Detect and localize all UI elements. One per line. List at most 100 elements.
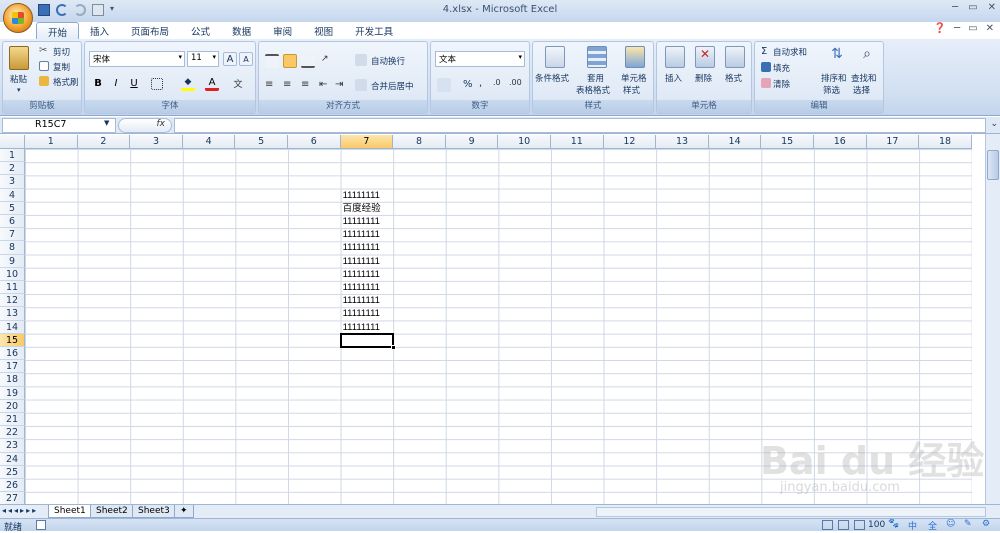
tab-page-layout[interactable]: 页面布局	[120, 22, 180, 39]
sheet-tab-2[interactable]: Sheet2	[90, 505, 134, 518]
align-bottom-icon[interactable]	[301, 54, 315, 68]
cell-r5c7[interactable]: 百度经验	[341, 202, 381, 215]
macro-record-icon[interactable]	[36, 520, 46, 530]
row-header-11[interactable]: 11	[0, 281, 25, 295]
column-header-6[interactable]: 6	[288, 135, 341, 149]
column-header-18[interactable]: 18	[919, 135, 972, 149]
font-size-select[interactable]: 11 ▾	[187, 51, 219, 67]
autosum-button[interactable]: 自动求和	[773, 46, 807, 58]
cell-r4c7[interactable]: 11111111	[341, 189, 380, 202]
italic-button[interactable]: I	[109, 77, 123, 91]
zoom-level[interactable]: 100	[868, 520, 885, 530]
cell-r9c7[interactable]: 11111111	[341, 255, 380, 268]
cell-r14c7[interactable]: 11111111	[341, 321, 380, 334]
column-header-11[interactable]: 11	[551, 135, 604, 149]
cut-button[interactable]: 剪切	[53, 46, 70, 58]
ribbon-restore-button[interactable]: ▭	[968, 23, 977, 34]
row-header-13[interactable]: 13	[0, 307, 25, 321]
select-all-corner[interactable]	[0, 135, 25, 149]
percent-button[interactable]: %	[463, 79, 473, 90]
column-header-2[interactable]: 2	[77, 135, 131, 149]
delete-cells-button[interactable]: 删除	[695, 72, 712, 84]
row-header-15[interactable]: 15	[0, 333, 25, 347]
row-header-9[interactable]: 9	[0, 254, 25, 268]
column-header-7[interactable]: 7	[340, 135, 394, 149]
copy-button[interactable]: 复制	[53, 61, 70, 73]
conditional-formatting-button[interactable]: 条件格式	[535, 72, 569, 84]
column-header-12[interactable]: 12	[603, 135, 657, 149]
number-format-select[interactable]: 文本 ▾	[435, 51, 525, 67]
format-painter-button[interactable]: 格式刷	[53, 76, 79, 88]
paste-dropdown-icon[interactable]: ▾	[17, 86, 21, 94]
column-header-17[interactable]: 17	[866, 135, 920, 149]
align-top-icon[interactable]	[265, 54, 279, 68]
column-header-4[interactable]: 4	[182, 135, 236, 149]
row-header-5[interactable]: 5	[0, 201, 25, 215]
fill-handle[interactable]	[391, 344, 397, 350]
increase-decimal-icon[interactable]: .0	[493, 78, 507, 92]
row-header-21[interactable]: 21	[0, 413, 25, 427]
tab-developer[interactable]: 开发工具	[344, 22, 404, 39]
column-header-16[interactable]: 16	[814, 135, 867, 149]
row-header-4[interactable]: 4	[0, 188, 25, 202]
wrap-text-button[interactable]: 自动换行	[371, 55, 405, 67]
row-header-6[interactable]: 6	[0, 215, 25, 229]
row-header-17[interactable]: 17	[0, 360, 25, 374]
format-cells-button[interactable]: 格式	[725, 72, 742, 84]
page-break-view-icon[interactable]	[854, 520, 865, 530]
row-header-25[interactable]: 25	[0, 465, 25, 479]
sheet-tab-1[interactable]: Sheet1	[48, 505, 92, 518]
bold-button[interactable]: B	[91, 77, 105, 91]
minimize-button[interactable]: ─	[952, 2, 958, 13]
sheet-nav-arrows-icon[interactable]: ◂◂◂▸▸▸	[2, 506, 38, 515]
cell-r12c7[interactable]: 11111111	[341, 294, 380, 307]
decrease-indent-icon[interactable]: ⇤	[319, 79, 333, 93]
tab-home[interactable]: 开始	[36, 22, 80, 39]
row-header-3[interactable]: 3	[0, 175, 25, 189]
name-box[interactable]: R15C7	[2, 118, 116, 133]
column-header-9[interactable]: 9	[445, 135, 499, 149]
page-layout-view-icon[interactable]	[838, 520, 849, 530]
column-header-8[interactable]: 8	[393, 135, 446, 149]
fill-button[interactable]: 填充	[773, 62, 790, 74]
grow-font-icon[interactable]: A	[223, 52, 237, 66]
workbook-close-button[interactable]: ✕	[986, 23, 994, 34]
phonetic-icon[interactable]: 文	[231, 77, 245, 91]
vertical-scrollbar[interactable]	[985, 134, 1000, 504]
comma-style-icon[interactable]: ,	[479, 78, 493, 92]
insert-sheet-icon[interactable]: ✦	[174, 505, 194, 518]
shrink-font-icon[interactable]: A	[239, 52, 253, 66]
row-header-23[interactable]: 23	[0, 439, 25, 453]
align-right-icon[interactable]: ≡	[301, 79, 315, 93]
find-select-line2[interactable]: 选择	[853, 84, 870, 96]
row-header-26[interactable]: 26	[0, 479, 25, 493]
row-header-14[interactable]: 14	[0, 320, 25, 334]
row-header-27[interactable]: 27	[0, 492, 25, 504]
cell-r10c7[interactable]: 11111111	[341, 268, 380, 281]
increase-indent-icon[interactable]: ⇥	[335, 79, 349, 93]
font-color-icon[interactable]: A	[205, 77, 219, 91]
cell-r6c7[interactable]: 11111111	[341, 215, 380, 228]
tab-view[interactable]: 视图	[303, 22, 344, 39]
insert-function-button[interactable]: fx	[118, 118, 172, 133]
gear-icon[interactable]: ⚙	[982, 519, 990, 529]
insert-cells-button[interactable]: 插入	[665, 72, 682, 84]
cell-r7c7[interactable]: 11111111	[341, 228, 380, 241]
vertical-scroll-thumb[interactable]	[987, 150, 999, 180]
sort-filter-line2[interactable]: 筛选	[823, 84, 840, 96]
tab-formulas[interactable]: 公式	[180, 22, 221, 39]
align-left-icon[interactable]: ≡	[265, 79, 279, 93]
format-as-table-line1[interactable]: 套用	[587, 72, 604, 84]
row-header-2[interactable]: 2	[0, 162, 25, 176]
cell-styles-line2[interactable]: 样式	[623, 84, 640, 96]
row-header-8[interactable]: 8	[0, 241, 25, 255]
cell-r11c7[interactable]: 11111111	[341, 281, 380, 294]
row-header-7[interactable]: 7	[0, 228, 25, 242]
row-header-12[interactable]: 12	[0, 294, 25, 308]
column-header-5[interactable]: 5	[235, 135, 288, 149]
row-header-24[interactable]: 24	[0, 452, 25, 466]
row-header-16[interactable]: 16	[0, 347, 25, 361]
find-select-line1[interactable]: 查找和	[851, 72, 877, 84]
sort-filter-line1[interactable]: 排序和	[821, 72, 847, 84]
formula-input[interactable]	[174, 118, 986, 133]
